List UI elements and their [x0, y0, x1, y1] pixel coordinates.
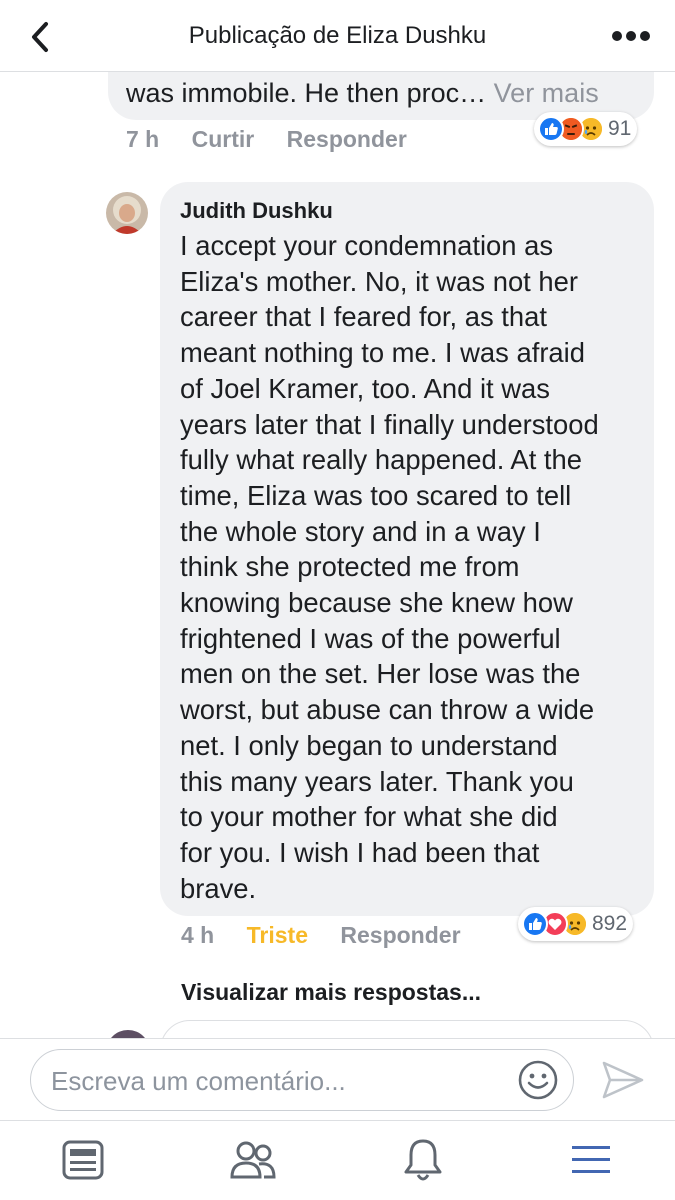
comment-author[interactable]: Judith Dushku — [180, 198, 333, 224]
more-dots-icon — [612, 31, 650, 41]
tab-friends[interactable] — [228, 1135, 278, 1185]
comment-bubble[interactable]: Judith Dushku I accept your condemnation… — [160, 182, 654, 916]
previous-comment-time: 7 h — [126, 126, 160, 152]
hamburger-menu-icon — [572, 1146, 610, 1173]
previous-comment-meta: 7 h Curtir Responder — [126, 126, 407, 153]
comment-line: this many years later. Thank you — [180, 765, 574, 797]
comment-line: of Joel Kramer, too. And it was — [180, 372, 550, 404]
tab-news-feed[interactable] — [58, 1135, 108, 1185]
send-button[interactable] — [600, 1059, 646, 1101]
comment-line: fully what really happened. At the — [180, 444, 582, 476]
comment-line: knowing because she knew how — [180, 587, 573, 619]
user-photo — [106, 192, 148, 234]
reply-button[interactable]: Responder — [287, 126, 407, 152]
reacted-sad-button[interactable]: Triste — [247, 922, 308, 948]
like-reaction-icon — [522, 911, 548, 937]
comments-thread: was immobile. He then proc… Ver mais 7 h… — [0, 72, 675, 1038]
view-more-replies-link[interactable]: Visualizar mais respostas... — [181, 979, 481, 1006]
comment-line: career that I feared for, as that — [180, 301, 547, 333]
smiley-icon — [518, 1060, 558, 1100]
like-reaction-icon — [538, 116, 564, 142]
bell-icon — [404, 1139, 442, 1181]
page-title: Publicação de Eliza Dushku — [188, 22, 487, 49]
previous-comment-tail: was immobile. He then proc… — [126, 78, 487, 108]
comment-line: I accept your condemnation as — [180, 230, 554, 261]
see-more-link[interactable]: Ver mais — [494, 78, 599, 108]
comment-line: meant nothing to me. I was afraid — [180, 337, 585, 369]
comment-line: to your mother for what she did — [180, 801, 558, 833]
comment-text: I accept your condemnation as Eliza's mot… — [180, 228, 650, 906]
comment-reactions[interactable]: 892 — [518, 907, 634, 941]
comment-line: frightened I was of the powerful — [180, 622, 561, 654]
comment-line: think she protected me from — [180, 551, 520, 583]
comment-line: worst, but abuse can throw a wide — [180, 694, 595, 726]
like-button[interactable]: Curtir — [192, 126, 255, 152]
comment-input-placeholder: Escreva um comentário... — [51, 1066, 346, 1096]
reply-button[interactable]: Responder — [340, 922, 460, 948]
comment-input[interactable]: Escreva um comentário... — [30, 1049, 574, 1111]
top-bar: Publicação de Eliza Dushku — [0, 0, 675, 72]
news-feed-icon — [62, 1140, 104, 1180]
comment-line: men on the set. Her lose was the — [180, 658, 581, 690]
comment-time: 4 h — [181, 922, 215, 948]
reaction-count: 91 — [608, 117, 632, 140]
send-icon — [602, 1061, 644, 1099]
tab-notifications[interactable] — [398, 1135, 448, 1185]
comment-line: for you. I wish I had been that — [180, 836, 540, 868]
reaction-count: 892 — [592, 912, 628, 935]
comment-line: Eliza's mother. No, it was not her — [180, 265, 578, 297]
next-comment-bubble[interactable] — [160, 1020, 654, 1038]
comment-composer: Escreva um comentário... — [0, 1038, 675, 1120]
friends-icon — [230, 1141, 276, 1179]
comment-line: years later that I finally understood — [180, 408, 599, 440]
previous-comment-reactions[interactable]: 91 — [534, 112, 638, 146]
more-options-button[interactable] — [611, 24, 651, 48]
tab-menu[interactable] — [566, 1135, 616, 1185]
avatar[interactable] — [106, 192, 148, 234]
comment-line: brave. — [180, 872, 257, 904]
emoji-button[interactable] — [517, 1059, 559, 1101]
comment-line: time, Eliza was too scared to tell — [180, 479, 572, 511]
comment-line: the whole story and in a way I — [180, 515, 541, 547]
comment-line: net. I only began to understand — [180, 729, 558, 761]
previous-comment-text: was immobile. He then proc… Ver mais — [126, 78, 599, 109]
bottom-tab-bar — [0, 1120, 675, 1200]
next-comment-avatar[interactable] — [106, 1030, 150, 1038]
comment-meta: 4 h Triste Responder — [181, 922, 461, 949]
